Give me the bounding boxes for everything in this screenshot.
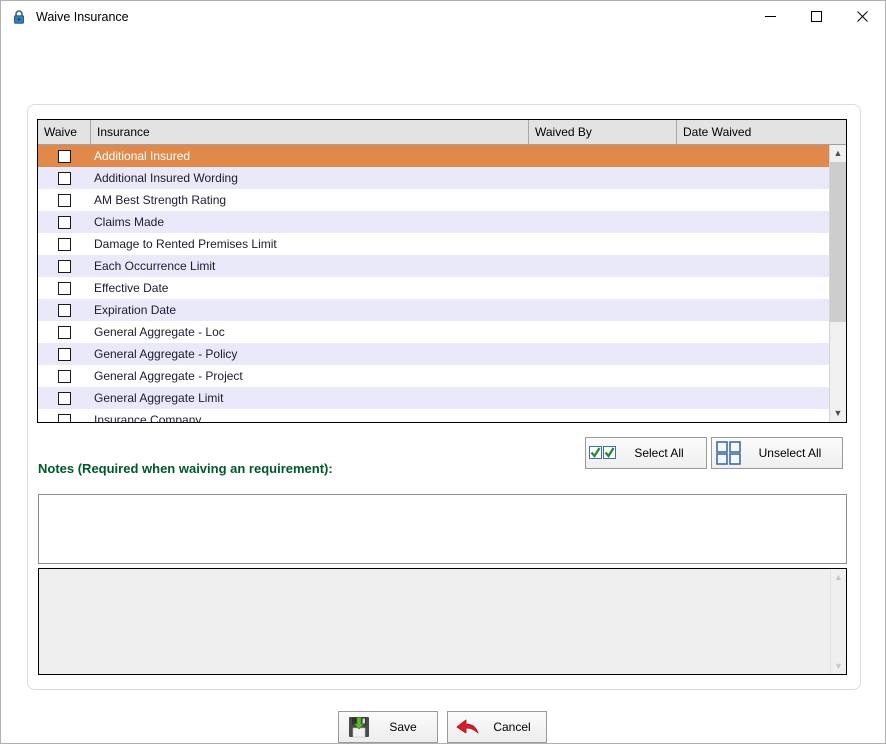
table-row[interactable]: Claims Made — [38, 211, 829, 233]
save-floppy-icon — [339, 716, 379, 738]
notes-history-scrollbar[interactable]: ▲ ▼ — [830, 569, 846, 674]
waive-checkbox-cell[interactable] — [38, 325, 91, 339]
waive-checkbox-cell[interactable] — [38, 281, 91, 295]
insurance-name-cell: Each Occurrence Limit — [94, 259, 216, 273]
red-back-arrow-icon — [448, 717, 488, 737]
table-row[interactable]: Each Occurrence Limit — [38, 255, 829, 277]
grid-body-wrapper: Additional Insured Additional Insured Wor… — [38, 145, 846, 422]
insurance-name-cell: General Aggregate - Policy — [94, 347, 238, 361]
scroll-down-arrow-icon[interactable]: ▼ — [830, 405, 846, 422]
table-row[interactable]: Expiration Date — [38, 299, 829, 321]
waive-checkbox-cell[interactable] — [38, 193, 91, 207]
grid-header-row: Waive Insurance Waived By Date Waived — [38, 120, 846, 145]
window-controls — [747, 1, 885, 32]
minimize-button[interactable] — [747, 1, 793, 32]
waive-checkbox-cell[interactable] — [38, 237, 91, 251]
waive-checkbox[interactable] — [58, 171, 71, 185]
grid-vertical-scrollbar[interactable]: ▲ ▼ — [829, 145, 846, 422]
insurance-name-cell: General Aggregate - Loc — [94, 325, 225, 339]
waive-checkbox[interactable] — [58, 281, 71, 295]
checked-boxes-icon — [586, 445, 620, 461]
column-header-waive[interactable]: Waive — [38, 120, 91, 144]
notes-input[interactable] — [38, 494, 847, 564]
waive-checkbox-cell[interactable] — [38, 259, 91, 273]
waive-checkbox[interactable] — [58, 237, 71, 251]
waive-checkbox[interactable] — [58, 369, 71, 383]
table-row[interactable]: Additional Insured — [38, 145, 829, 167]
insurance-name-cell: General Aggregate Limit — [94, 391, 224, 405]
waive-checkbox[interactable] — [58, 413, 71, 422]
notes-history-panel: ▲ ▼ — [38, 568, 847, 675]
insurance-name-cell: General Aggregate - Project — [94, 369, 243, 383]
column-header-date-waived[interactable]: Date Waived — [677, 120, 831, 144]
insurance-name-cell: Damage to Rented Premises Limit — [94, 237, 277, 251]
table-row[interactable]: General Aggregate Limit — [38, 387, 829, 409]
insurance-name-cell: Additional Insured Wording — [94, 171, 238, 185]
cancel-button[interactable]: Cancel — [447, 711, 547, 743]
cancel-label: Cancel — [493, 720, 531, 734]
waive-checkbox[interactable] — [58, 215, 71, 229]
waive-checkbox[interactable] — [58, 259, 71, 273]
grid-scroll-track[interactable] — [830, 162, 846, 405]
insurance-name-cell: Expiration Date — [94, 303, 177, 317]
table-row[interactable]: Additional Insured Wording — [38, 167, 829, 189]
waive-checkbox-cell[interactable] — [38, 413, 91, 422]
table-row[interactable]: General Aggregate - Loc — [38, 321, 829, 343]
maximize-button[interactable] — [793, 1, 839, 32]
waive-checkbox[interactable] — [58, 193, 71, 207]
grid-scroll-thumb[interactable] — [830, 162, 846, 323]
table-row[interactable]: AM Best Strength Rating — [38, 189, 829, 211]
title-bar: Waive Insurance — [1, 1, 885, 32]
title-bar-left: Waive Insurance — [1, 9, 129, 25]
scroll-up-arrow-icon[interactable]: ▲ — [830, 145, 846, 162]
table-row[interactable]: General Aggregate - Project — [38, 365, 829, 387]
dialog-body: Waive Insurance Waived By Date Waived Ad… — [1, 32, 885, 743]
lock-icon — [11, 9, 27, 25]
history-scroll-up-arrow-icon[interactable]: ▲ — [831, 569, 846, 585]
window-title: Waive Insurance — [36, 9, 129, 24]
column-header-insurance[interactable]: Insurance — [91, 120, 529, 144]
waive-checkbox[interactable] — [58, 347, 71, 361]
waive-checkbox[interactable] — [58, 303, 71, 317]
table-row[interactable]: Damage to Rented Premises Limit — [38, 233, 829, 255]
insurance-name-cell: Insurance Company — [94, 413, 202, 422]
waive-checkbox-cell[interactable] — [38, 391, 91, 405]
waive-checkbox[interactable] — [58, 325, 71, 339]
empty-boxes-icon — [712, 441, 746, 465]
insurance-requirements-grid: Waive Insurance Waived By Date Waived Ad… — [37, 119, 847, 423]
waive-checkbox-cell[interactable] — [38, 303, 91, 317]
notes-history-text — [39, 569, 830, 674]
waive-insurance-dialog: Waive Insurance Waive Insurance Waived B… — [0, 0, 886, 744]
waive-checkbox[interactable] — [58, 391, 71, 405]
unselect-all-button[interactable]: Unselect All — [711, 437, 843, 469]
waive-checkbox[interactable] — [58, 149, 71, 163]
table-row[interactable]: Insurance Company — [38, 409, 829, 422]
insurance-name-cell: Effective Date — [94, 281, 169, 295]
unselect-all-label: Unselect All — [758, 446, 822, 460]
select-all-button[interactable]: Select All — [585, 437, 707, 469]
waive-checkbox-cell[interactable] — [38, 347, 91, 361]
close-button[interactable] — [839, 1, 885, 32]
waive-checkbox-cell[interactable] — [38, 171, 91, 185]
column-header-waived-by[interactable]: Waived By — [529, 120, 677, 144]
table-row[interactable]: Effective Date — [38, 277, 829, 299]
history-scroll-down-arrow-icon[interactable]: ▼ — [831, 658, 846, 674]
waive-checkbox-cell[interactable] — [38, 369, 91, 383]
waive-checkbox-cell[interactable] — [38, 149, 91, 163]
insurance-name-cell: Claims Made — [94, 215, 165, 229]
notes-label: Notes (Required when waiving an requirem… — [38, 461, 333, 476]
insurance-name-cell: AM Best Strength Rating — [94, 193, 227, 207]
insurance-name-cell: Additional Insured — [94, 149, 191, 163]
select-all-label: Select All — [634, 446, 684, 460]
save-button[interactable]: Save — [338, 711, 438, 743]
table-row[interactable]: General Aggregate - Policy — [38, 343, 829, 365]
grid-rows: Additional Insured Additional Insured Wor… — [38, 145, 829, 422]
save-label: Save — [389, 720, 417, 734]
waive-checkbox-cell[interactable] — [38, 215, 91, 229]
